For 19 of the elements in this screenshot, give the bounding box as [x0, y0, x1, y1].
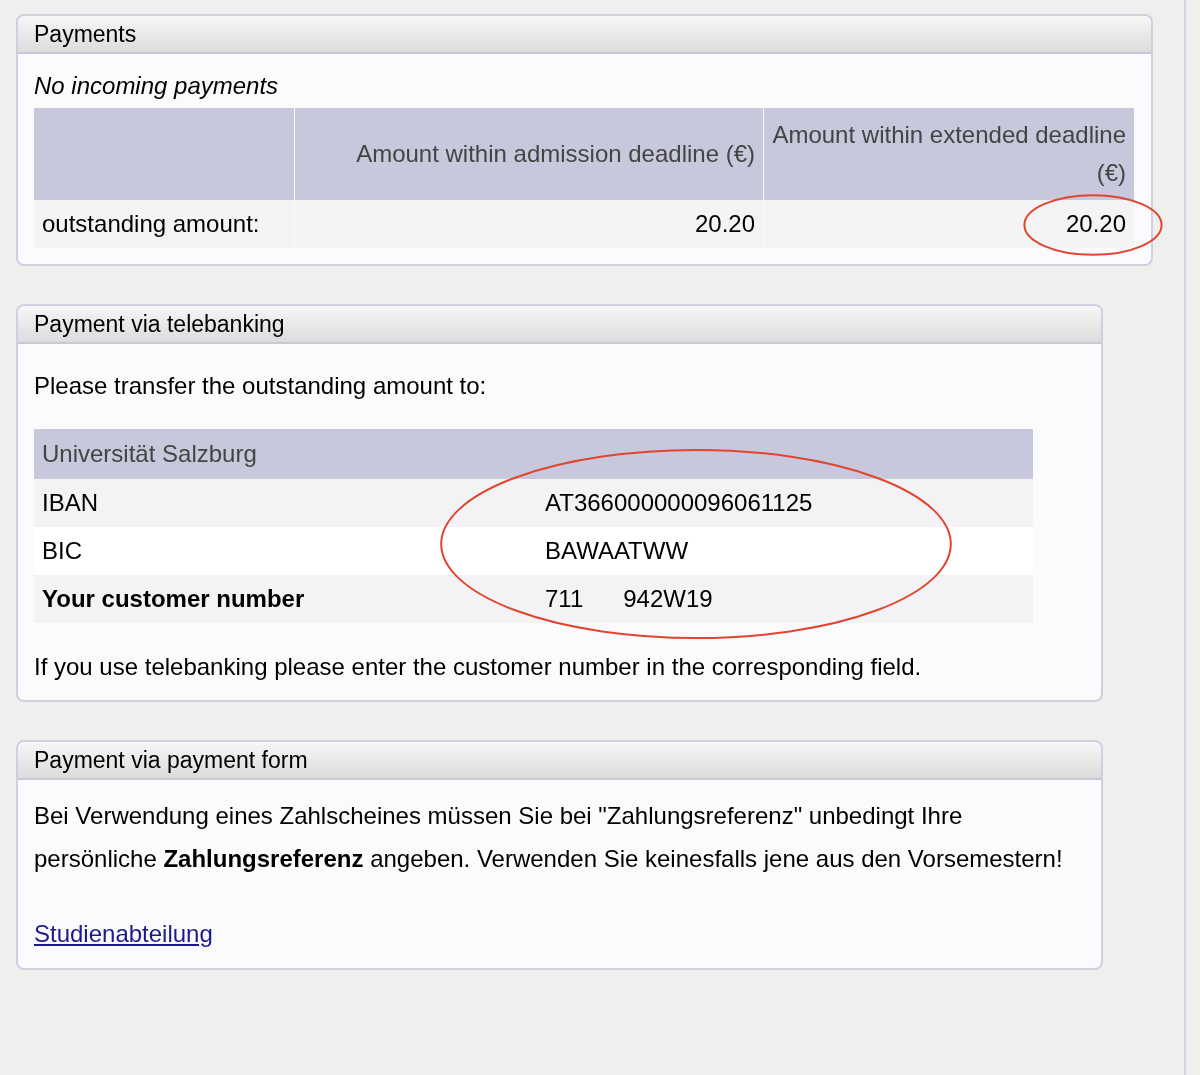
panel-title: Payment via payment form [18, 742, 1101, 781]
table-cell: IBAN [34, 479, 537, 528]
table-cell: outstanding amount: [34, 200, 294, 248]
table-header: Amount within extended deadline (€) [764, 108, 1134, 200]
table-cell: 20.20 [295, 200, 763, 248]
instruction-text: Bei Verwendung eines Zahlscheines müssen Sie bei "Zahlungsreferenz" unbedingt Ihre persönliche Zahlungsreferenz angeben. Verwenden Sie keinesfalls jene aus den Vorsemestern! [34, 801, 1064, 875]
panel-title: Payments [18, 16, 1151, 54]
table-header: Amount within admission deadline (€) [295, 108, 763, 200]
status-text: No incoming payments [34, 72, 280, 100]
bank-name: Universität Salzburg [34, 429, 1033, 480]
table-cell: AT366000000096061125 [537, 479, 1033, 528]
department-link[interactable]: Studienabteilung [34, 920, 213, 948]
table-cell: BAWAATWW [537, 527, 1033, 576]
table-cell: 711 942W19 [537, 575, 1033, 624]
panel-title: Payment via telebanking [18, 306, 1101, 344]
instruction-text: Please transfer the outstanding amount to: [34, 371, 488, 401]
hint-text: If you use telebanking please enter the customer number in the corresponding field. [34, 652, 923, 683]
table-cell: BIC [34, 527, 537, 576]
table-cell: Your customer number [34, 575, 537, 624]
